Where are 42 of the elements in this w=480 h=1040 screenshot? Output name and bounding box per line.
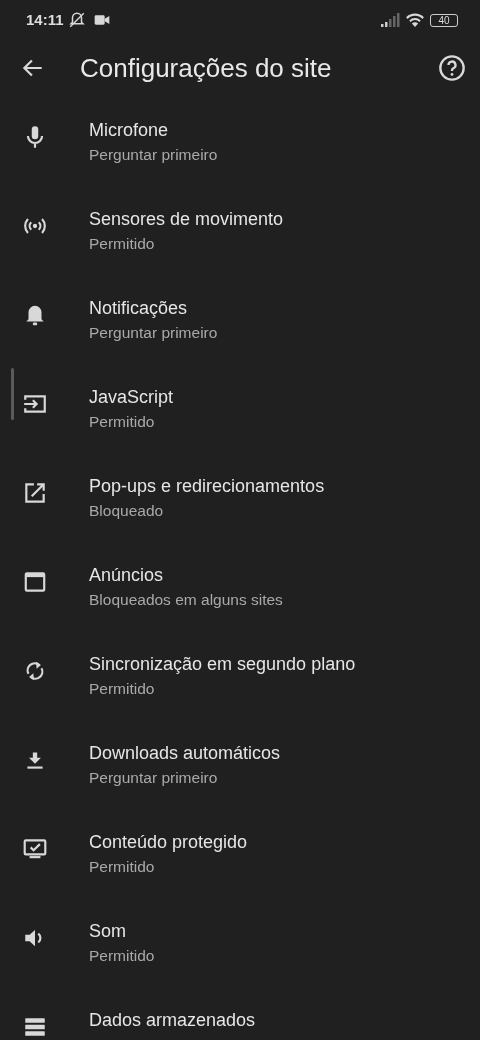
settings-item[interactable]: Anúncios Bloqueados em alguns sites [0,541,480,630]
setting-value: Permitido [89,234,156,254]
settings-item[interactable]: Downloads automáticos Perguntar primeiro [0,719,480,808]
settings-item[interactable]: JavaScript Permitido [0,363,480,452]
page-title: Configurações do site [80,51,333,85]
muted-bell-icon [67,11,86,29]
help-button[interactable] [438,54,466,82]
setting-value: Perguntar primeiro [89,323,218,343]
wifi-icon [404,12,426,28]
setting-title: Notificações [89,297,189,320]
setting-title: Conteúdo protegido [89,831,248,854]
setting-title: Downloads automáticos [89,742,281,765]
setting-title: Sincronização em segundo plano [89,653,356,676]
clock-time: 14:11 [26,9,64,30]
battery-indicator: 40 [430,13,458,27]
setting-title: Dados armazenados [89,1009,256,1032]
settings-item[interactable]: Som Permitido [0,897,480,986]
settings-item[interactable]: Microfone Perguntar primeiro [0,96,480,185]
setting-title: Som [89,920,127,943]
settings-item[interactable]: Sincronização em segundo plano Permitido [0,630,480,719]
setting-title: Anúncios [89,564,165,587]
settings-item[interactable]: Notificações Perguntar primeiro [0,274,480,363]
scrollbar [11,368,14,420]
setting-value: Bloqueado [89,501,165,521]
help-icon [438,54,466,82]
setting-value: Perguntar primeiro [89,768,219,788]
settings-item[interactable]: Pop-ups e redirecionamentos Bloqueado [0,452,480,541]
signal-icon [380,13,400,27]
setting-value: Permitido [89,679,156,699]
settings-item[interactable]: Conteúdo protegido Permitido [0,808,480,897]
settings-item[interactable]: Dados armazenados [0,986,480,1040]
setting-value: Bloqueados em alguns sites [89,590,283,610]
setting-value: Perguntar primeiro [89,145,218,165]
setting-title: Microfone [89,119,170,142]
setting-value: Permitido [89,946,155,966]
settings-item[interactable]: Sensores de movimento Permitido [0,185,480,274]
setting-value: Permitido [89,857,156,877]
setting-title: Sensores de movimento [89,208,284,231]
setting-title: Pop-ups e redirecionamentos [89,475,325,498]
video-camera-icon [93,13,110,27]
setting-value: Permitido [89,412,156,432]
setting-title: JavaScript [89,386,174,409]
